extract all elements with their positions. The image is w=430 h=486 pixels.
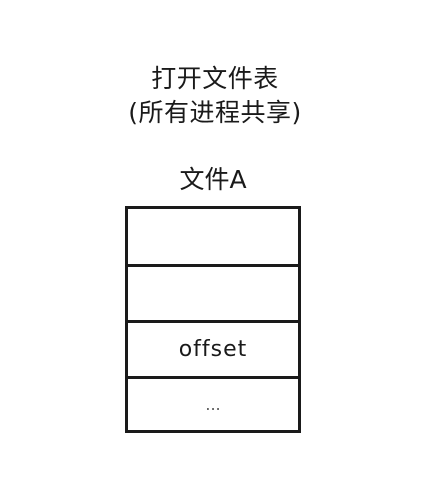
diagram-subtitle: (所有进程共享) — [128, 98, 302, 127]
diagram-title: 打开文件表 — [151, 64, 279, 93]
table-row-offset: offset — [128, 323, 298, 379]
open-file-table: offset ... — [125, 206, 301, 433]
table-row-ellipsis: ... — [205, 395, 221, 414]
table-row — [128, 209, 298, 267]
table-row — [128, 267, 298, 323]
file-label: 文件A — [179, 165, 247, 194]
